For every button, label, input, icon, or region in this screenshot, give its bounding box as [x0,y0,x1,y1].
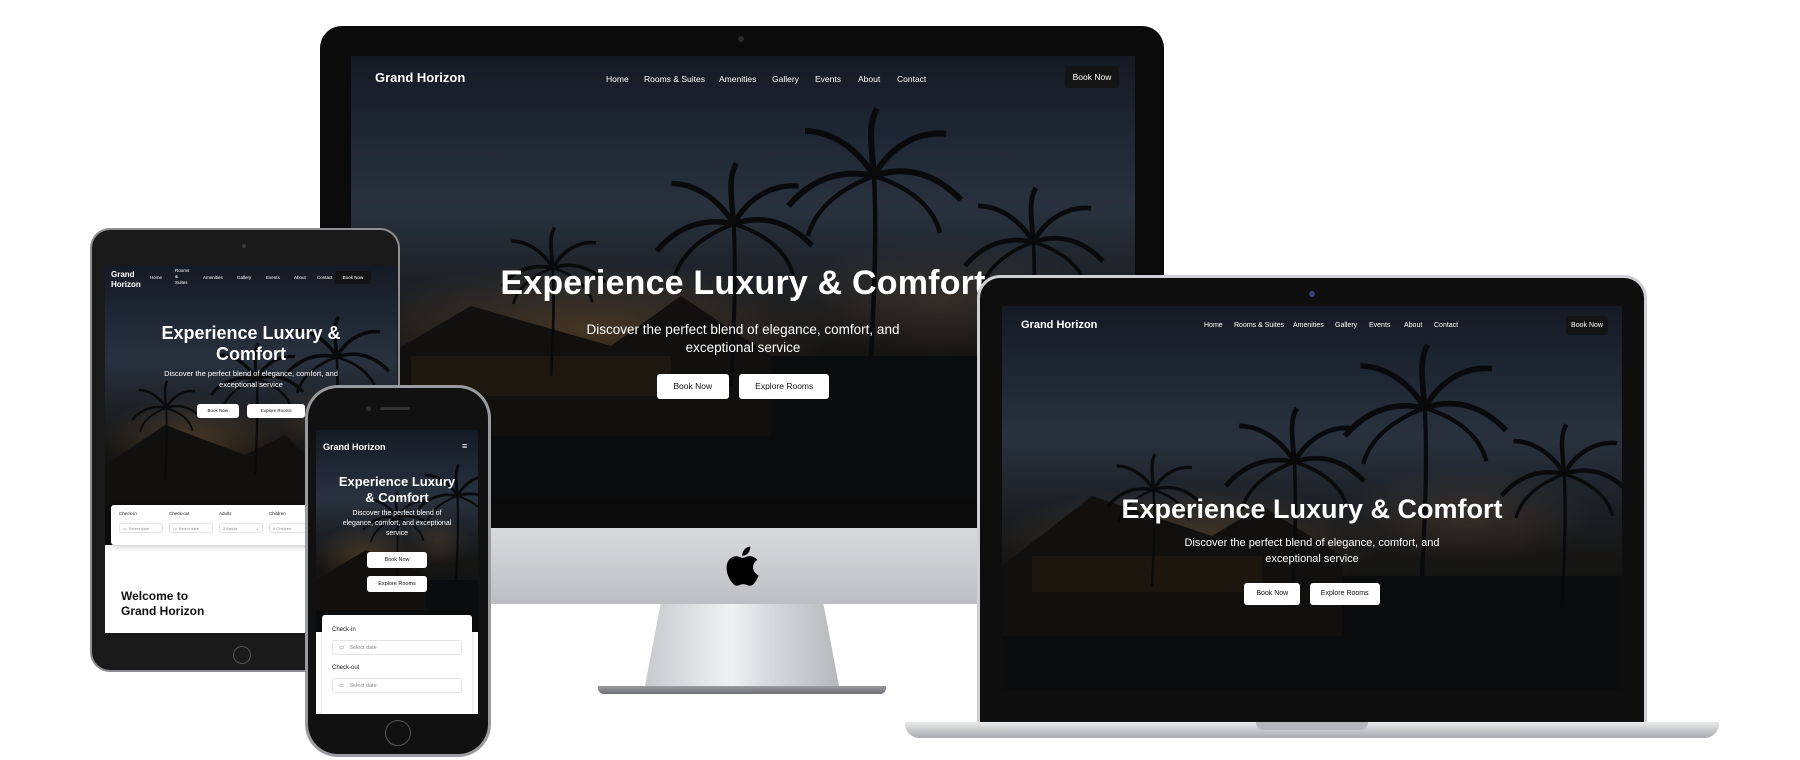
hero-book-now-button[interactable]: Book Now [1244,583,1301,605]
hero-cta-secondary-wrap: Explore Rooms [316,572,478,592]
hero-title-line1: Experience Luxury [338,474,456,489]
checkin-placeholder: Select date [349,644,377,651]
camera-icon [1309,291,1315,297]
nav-events[interactable]: Events [1369,322,1390,329]
nav-gallery[interactable]: Gallery [772,74,799,84]
laptop-screen: Grand Horizon Home Rooms & Suites Amenit… [1002,306,1622,690]
checkin-label: Check-in [119,511,137,516]
hero-title-line1: Experience Luxury & [161,323,341,343]
checkout-field[interactable]: ▭ Select date [169,523,213,533]
device-mockup-showcase: Grand Horizon Home Rooms & Suites Amenit… [0,0,1800,760]
home-button[interactable] [233,646,251,664]
children-select[interactable]: 0 Children [269,523,313,533]
hero-explore-rooms-button[interactable]: Explore Rooms [1309,583,1380,605]
checkout-field[interactable]: ▭ Select date [332,678,462,693]
menu-icon[interactable]: ≡ [462,441,467,451]
nav-gallery[interactable]: Gallery [237,275,251,280]
nav-book-now-button[interactable]: Book Now [1566,316,1608,335]
checkout-label: Check-out [332,665,360,671]
brand-logo[interactable]: Grand Horizon [1021,319,1097,331]
hero-book-now-button[interactable]: Book Now [656,374,729,399]
welcome-heading-line1: Welcome to [121,589,189,603]
nav-home[interactable]: Home [150,275,162,280]
apple-logo-icon [726,546,759,586]
adults-select[interactable]: 2 Adults ⌄ [219,523,263,533]
hero-subtitle-line1: Discover the perfect blend of elegance, … [1184,537,1440,549]
hero-book-now-button[interactable]: Book Now [367,552,427,568]
nav-about[interactable]: About [294,275,306,280]
welcome-heading-line2: Grand Horizon [121,604,205,618]
nav-rooms-line2[interactable]: & [175,274,178,279]
nav-events[interactable]: Events [815,74,841,84]
adults-value: 2 Adults [223,525,238,531]
nav-home[interactable]: Home [1204,322,1223,329]
nav-contact[interactable]: Contact [1434,322,1458,329]
nav-book-now-button[interactable]: Book Now [335,271,371,284]
checkout-label: Check-out [169,511,190,516]
hero-cta-group: Book Now Explore Rooms [1002,582,1622,605]
adults-label: Adults [219,511,232,516]
nav-rooms-suites[interactable]: Rooms & Suites [644,74,705,84]
hero-book-now-button[interactable]: Book Now [196,404,239,418]
nav-amenities[interactable]: Amenities [1293,322,1324,329]
nav-about[interactable]: About [1404,322,1422,329]
calendar-icon: ▭ [339,644,345,651]
nav-contact[interactable]: Contact [317,275,333,280]
hero-explore-rooms-button[interactable]: Explore Rooms [247,404,306,418]
home-button[interactable] [385,720,411,746]
camera-icon [242,244,246,248]
calendar-icon: ▭ [173,525,177,531]
imac-stand-neck [645,604,839,686]
hero-subtitle-line3: service [385,530,409,537]
nav-events[interactable]: Events [266,275,280,280]
nav-home[interactable]: Home [606,74,629,84]
nav-contact[interactable]: Contact [897,74,926,84]
nav-rooms-line3[interactable]: Suites [175,280,188,285]
hero-cta-primary-wrap: Book Now [316,548,478,568]
nav-book-now-button[interactable]: Book Now [1065,66,1119,88]
checkin-field[interactable]: ▭ Select date [119,523,163,533]
nav-about[interactable]: About [858,74,880,84]
speaker-grille [380,407,410,410]
brand-logo-line1[interactable]: Grand [111,270,135,279]
chevron-down-icon: ⌄ [255,525,259,531]
hero-subtitle-line1: Discover the perfect blend of elegance, … [164,369,338,378]
nav-amenities[interactable]: Amenities [719,74,756,84]
hero-title-line2: & Comfort [365,490,429,505]
camera-icon [366,406,371,411]
checkin-placeholder: Select date [128,525,149,531]
imac-stand-foot [598,686,886,694]
brand-logo-line2[interactable]: Horizon [111,280,141,289]
hero-subtitle-line2: exceptional service [1265,553,1359,565]
laptop-lid-notch [1256,722,1368,730]
phone-screen: Grand Horizon ≡ Experience Luxury & Comf… [316,430,478,714]
calendar-icon: ▭ [339,682,345,689]
hero-subtitle-line1: Discover the perfect blend of [352,510,442,517]
children-value: 0 Children [273,525,292,531]
hero-explore-rooms-button[interactable]: Explore Rooms [367,576,427,592]
nav-rooms-suites[interactable]: Rooms & Suites [1234,322,1284,329]
brand-logo[interactable]: Grand Horizon [323,442,386,452]
camera-icon [738,36,744,42]
phone-hero: Grand Horizon ≡ Experience Luxury & Comf… [316,430,478,632]
nav-gallery[interactable]: Gallery [1335,322,1357,329]
nav-rooms-line1[interactable]: Rooms [175,268,189,273]
nav-amenities[interactable]: Amenities [203,275,223,280]
hero-explore-rooms-button[interactable]: Explore Rooms [739,374,830,399]
checkout-placeholder: Select date [349,682,377,689]
booking-form-card: Check-in ▭ Select date Check-out ▭ Select … [322,615,472,714]
calendar-icon: ▭ [123,525,127,531]
hero-title-line2: Comfort [216,344,286,364]
checkout-placeholder: Select date [178,525,199,531]
checkin-label: Check-in [332,627,356,633]
children-label: Children [269,511,286,516]
checkin-field[interactable]: ▭ Select date [332,640,462,655]
hero-title: Experience Luxury & Comfort [1121,494,1503,524]
hero-subtitle-line2: elegance, comfort, and exceptional [342,520,452,527]
brand-logo[interactable]: Grand Horizon [375,70,465,85]
